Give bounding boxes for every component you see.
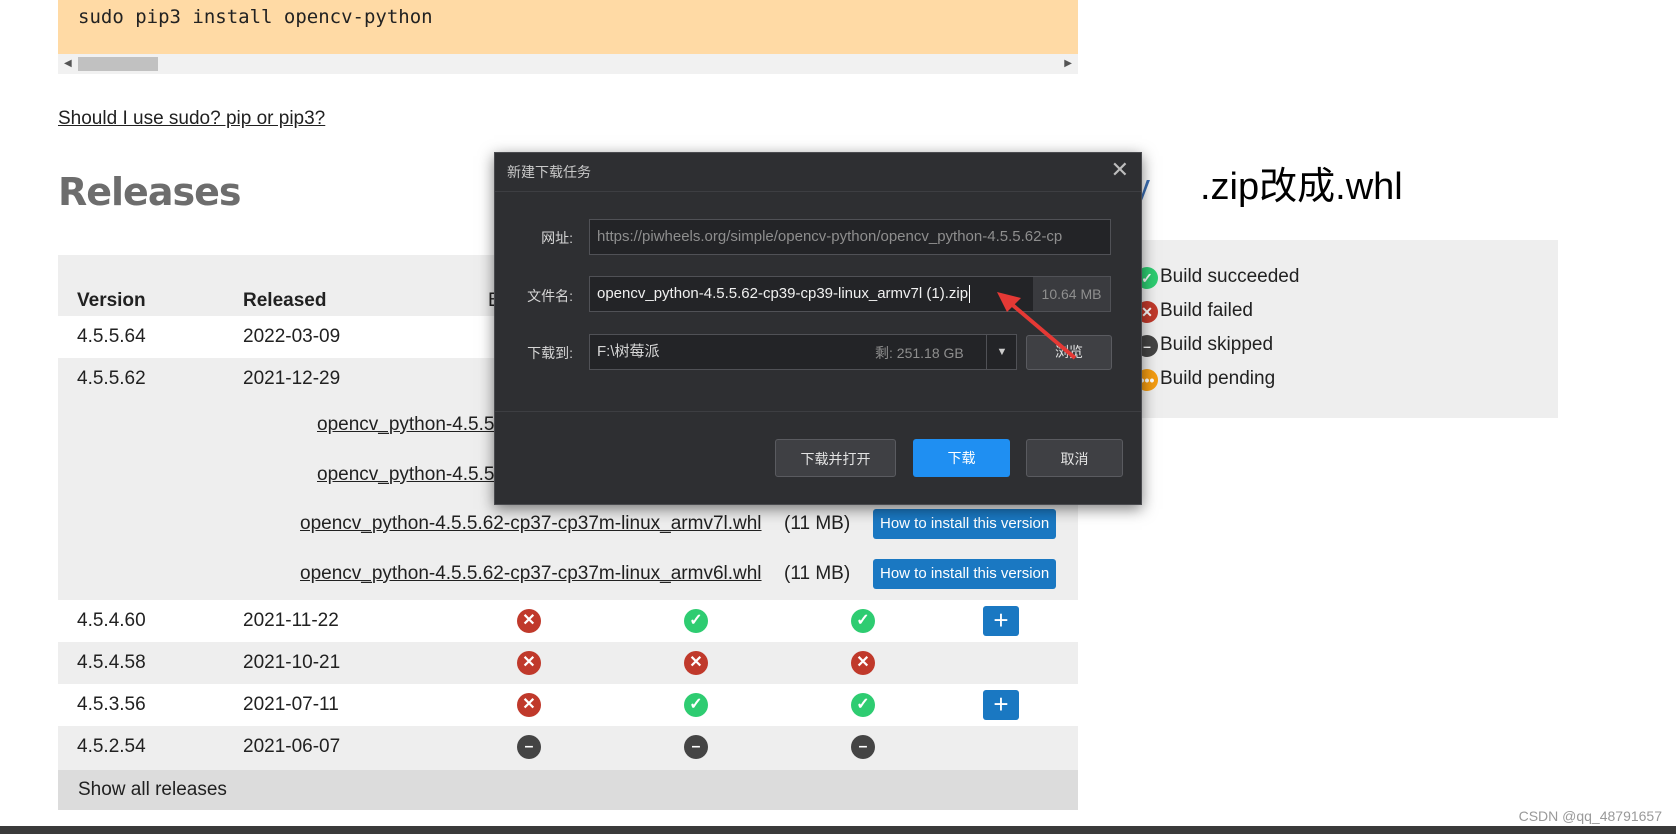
code-line: sudo pip3 install opencv-python [78, 6, 433, 28]
build-failed-icon: ✕ [517, 609, 541, 633]
filename-value: opencv_python-4.5.5.62-cp39-cp39-linux_a… [597, 285, 969, 302]
version-cell: 4.5.2.54 [77, 736, 146, 757]
free-space: 剩: 251.18 GB [875, 345, 964, 361]
build-skipped-icon: – [517, 735, 541, 759]
filename-label: 文件名: [527, 288, 573, 304]
wheel-link[interactable]: opencv_python-4.5.5.62-cp37-cp37m-linux_… [300, 563, 762, 585]
table-row[interactable]: 4.5.2.54 2021-06-07 – – – [58, 726, 1078, 768]
date-cell: 2021-12-29 [243, 368, 341, 389]
version-cell: 4.5.5.62 [77, 368, 146, 389]
how-to-install-button[interactable]: How to install this version [873, 509, 1057, 539]
code-horizontal-scrollbar[interactable]: ◀ ▶ [58, 54, 1078, 74]
url-label: 网址: [541, 230, 573, 246]
legend-item: Build skipped [1160, 334, 1274, 355]
scroll-left-arrow-icon[interactable]: ◀ [64, 58, 72, 70]
annotation-arrow [997, 292, 1077, 360]
wheel-size: (11 MB) [784, 513, 851, 534]
date-cell: 2021-11-22 [243, 610, 339, 631]
annotation-text: .zip改成.whl [1200, 166, 1403, 208]
build-failed-icon: ✕ [517, 693, 541, 717]
build-legend: ✓ Build succeeded ✕ Build failed – Build… [1120, 240, 1558, 418]
url-field[interactable]: https://piwheels.org/simple/opencv-pytho… [589, 219, 1111, 255]
bottom-bar [0, 826, 1676, 834]
releases-heading: Releases [58, 170, 241, 214]
date-cell: 2021-06-07 [243, 736, 341, 757]
build-skipped-icon: – [684, 735, 708, 759]
build-succeeded-icon: ✓ [684, 609, 708, 633]
save-to-label: 下载到: [527, 345, 573, 361]
table-row[interactable]: 4.5.4.60 2021-11-22 ✕ ✓ ✓ + [58, 600, 1078, 642]
version-cell: 4.5.4.58 [77, 652, 146, 673]
show-all-label: Show all releases [78, 779, 227, 800]
date-cell: 2022-03-09 [243, 326, 341, 347]
legend-item: Build pending [1160, 368, 1276, 389]
divider [495, 411, 1141, 412]
build-failed-icon: ✕ [517, 651, 541, 675]
wheel-link[interactable]: opencv_python-4.5.5 [317, 414, 494, 436]
wheel-size: (11 MB) [784, 563, 851, 584]
text-caret [969, 285, 971, 304]
cancel-button[interactable]: 取消 [1026, 439, 1123, 477]
build-skipped-icon: – [851, 735, 875, 759]
show-all-releases-button[interactable]: Show all releases [58, 770, 1078, 810]
wheel-link[interactable]: opencv_python-4.5.5 [317, 464, 494, 486]
version-cell: 4.5.3.56 [77, 694, 146, 715]
scroll-right-arrow-icon[interactable]: ▶ [1064, 58, 1072, 70]
download-and-open-button[interactable]: 下载并打开 [775, 439, 896, 477]
watermark: CSDN @qq_48791657 [1518, 808, 1662, 824]
close-icon[interactable]: ✕ [1111, 159, 1129, 181]
dialog-title: 新建下载任务 [507, 164, 591, 180]
expand-plus-icon[interactable]: + [983, 690, 1019, 720]
expand-plus-icon[interactable]: + [983, 606, 1019, 636]
released-column-header: Released [243, 290, 327, 311]
divider [495, 191, 1141, 192]
wheel-link[interactable]: opencv_python-4.5.5.62-cp37-cp37m-linux_… [300, 513, 762, 535]
table-row[interactable]: 4.5.4.58 2021-10-21 ✕ ✕ ✕ [58, 642, 1078, 684]
version-cell: 4.5.5.64 [77, 326, 146, 347]
legend-item: Build succeeded [1160, 266, 1300, 287]
sudo-pip-link[interactable]: Should I use sudo? pip or pip3? [58, 108, 325, 130]
build-succeeded-icon: ✓ [851, 693, 875, 717]
save-path-value: F:\树莓派 [597, 343, 660, 360]
version-column-header: Version [77, 290, 146, 311]
build-failed-icon: ✕ [684, 651, 708, 675]
build-succeeded-icon: ✓ [851, 609, 875, 633]
table-row[interactable]: 4.5.3.56 2021-07-11 ✕ ✓ ✓ + [58, 684, 1078, 726]
legend-item: Build failed [1160, 300, 1253, 321]
how-to-install-button[interactable]: How to install this version [873, 559, 1057, 589]
scroll-thumb[interactable] [78, 57, 158, 71]
download-button[interactable]: 下载 [913, 439, 1010, 477]
build-succeeded-icon: ✓ [684, 693, 708, 717]
date-cell: 2021-07-11 [243, 694, 339, 715]
code-block: sudo pip3 install opencv-python [58, 0, 1078, 54]
build-failed-icon: ✕ [851, 651, 875, 675]
date-cell: 2021-10-21 [243, 652, 341, 673]
version-cell: 4.5.4.60 [77, 610, 146, 631]
